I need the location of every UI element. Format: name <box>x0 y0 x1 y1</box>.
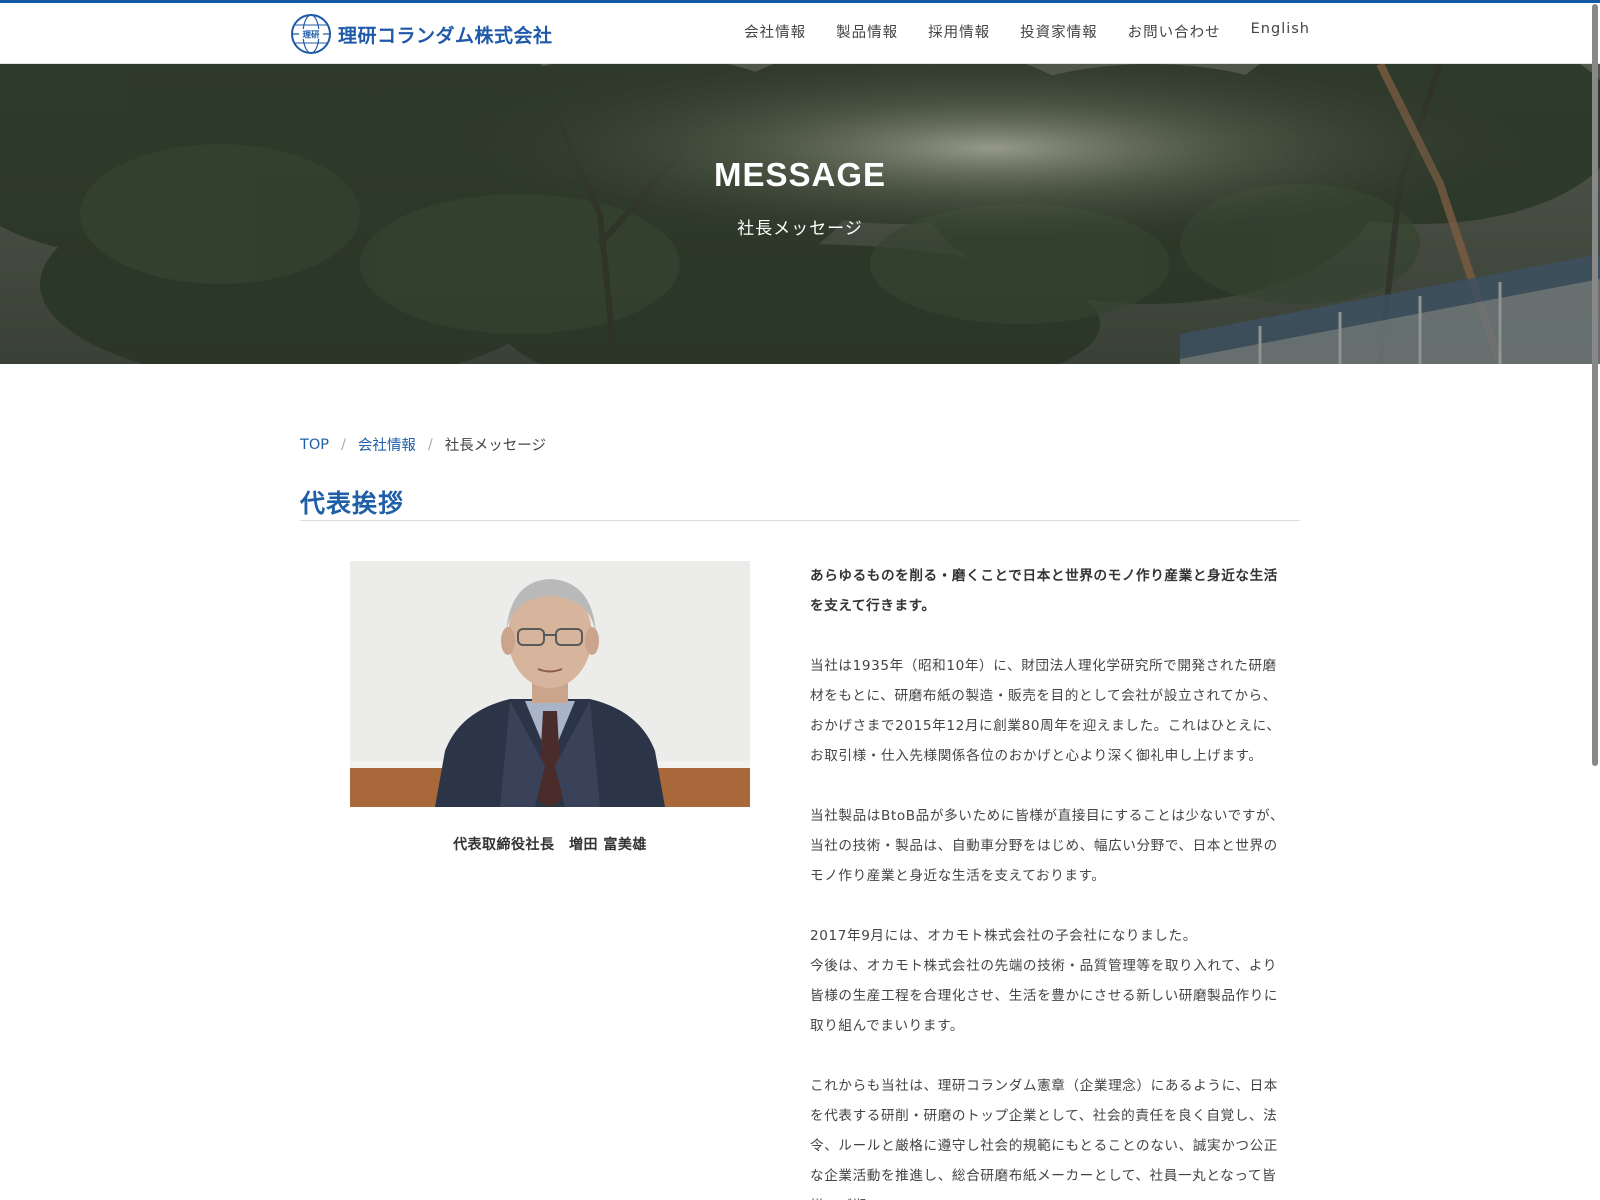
breadcrumb-separator: / <box>427 436 433 453</box>
main-nav: 会社情報 製品情報 採用情報 投資家情報 お問い合わせ English <box>714 21 1310 42</box>
nav-company-info[interactable]: 会社情報 <box>744 21 806 42</box>
page-scrollbar[interactable] <box>1590 0 1600 1200</box>
hero-title: MESSAGE <box>713 156 887 193</box>
breadcrumb-top-link[interactable]: TOP <box>300 437 329 453</box>
hero-banner: MESSAGE 社長メッセージ <box>0 64 1600 364</box>
message-paragraph: 今後は、オカモト株式会社の先端の技術・品質管理等を取り入れて、より皆様の生産工程… <box>810 958 1279 1034</box>
nav-products[interactable]: 製品情報 <box>836 21 898 42</box>
breadcrumb-separator: / <box>341 436 346 453</box>
scrollbar-thumb[interactable] <box>1592 4 1598 766</box>
svg-text:理研: 理研 <box>302 31 320 41</box>
company-logo[interactable]: 理研 理研コランダム株式会社 <box>290 13 553 55</box>
hero-subtitle: 社長メッセージ <box>737 219 863 239</box>
president-message: あらゆるものを削る・磨くことで日本と世界のモノ作り産業と身近な生活を支えて行きま… <box>810 561 1290 1200</box>
logo-wordmark: 理研コランダム株式会社 <box>338 24 553 47</box>
breadcrumb-company-info-link[interactable]: 会社情報 <box>358 434 416 455</box>
message-paragraph: 2017年9月には、オカモト株式会社の子会社になりました。 <box>810 928 1197 944</box>
nav-english[interactable]: English <box>1251 21 1310 42</box>
message-lead: あらゆるものを削る・磨くことで日本と世界のモノ作り産業と身近な生活を支えて行きま… <box>810 568 1278 614</box>
nav-investors[interactable]: 投資家情報 <box>1020 21 1098 42</box>
page-title: 代表挨拶 <box>300 489 405 518</box>
president-portrait <box>350 561 750 807</box>
breadcrumb-current: 社長メッセージ <box>444 438 547 454</box>
message-paragraph: これからも当社は、理研コランダム憲章（企業理念）にあるように、日本を代表する研削… <box>810 1078 1278 1200</box>
message-paragraph: 当社製品はBtoB品が多いために皆様が直接目にすることは少ないですが、当社の技術… <box>810 808 1285 884</box>
breadcrumb: TOP / 会社情報 / 社長メッセージ <box>300 434 546 455</box>
nav-contact[interactable]: お問い合わせ <box>1128 21 1221 42</box>
president-photo <box>350 561 750 807</box>
message-paragraph: 当社は1935年（昭和10年）に、財団法人理化学研究所で開発された研磨材をもとに… <box>810 658 1281 764</box>
globe-emblem-icon: 理研 <box>291 14 331 54</box>
title-divider <box>300 520 1300 521</box>
nav-recruit[interactable]: 採用情報 <box>928 21 990 42</box>
portrait-caption: 代表取締役社長 増田 富美雄 <box>453 837 647 853</box>
site-header: 理研 理研コランダム株式会社 会社情報 製品情報 採用情報 投資家情報 お問い合… <box>0 3 1600 64</box>
